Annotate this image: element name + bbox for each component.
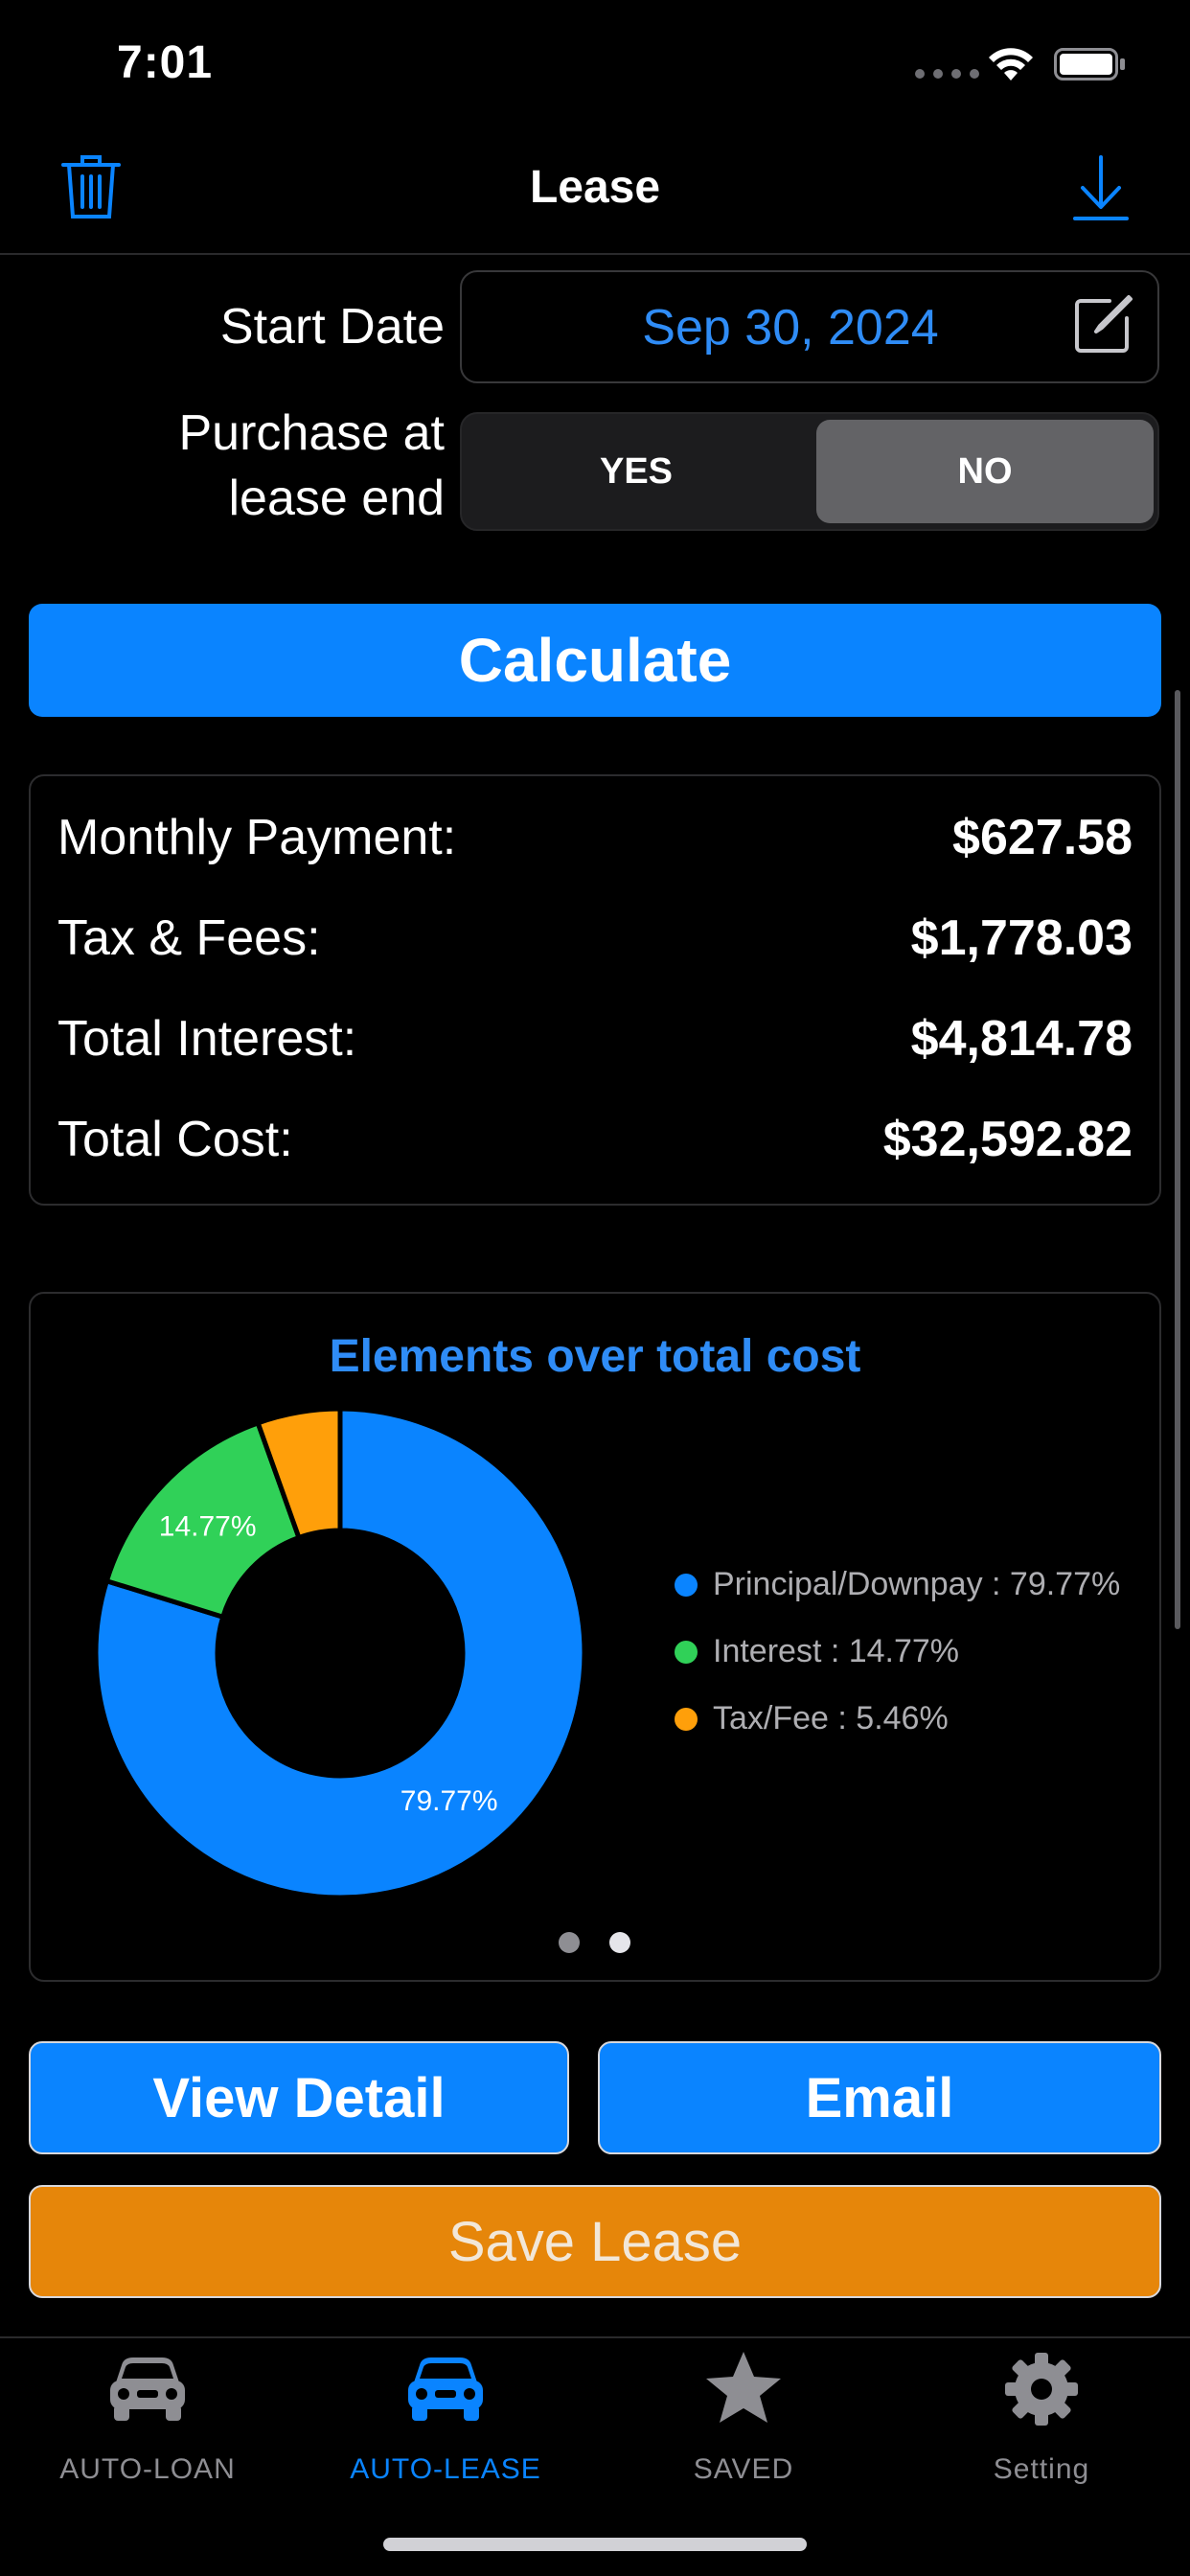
legend-label: Principal/Downpay : 79.77% — [713, 1566, 1121, 1602]
tab-saved[interactable]: SAVED — [600, 2348, 887, 2486]
legend-item-tax-fee: Tax/Fee : 5.46% — [675, 1700, 949, 1737]
start-date-value[interactable]: Sep 30, 2024 — [460, 294, 1159, 361]
legend-dot — [675, 1573, 698, 1597]
result-row-monthly-payment: Monthly Payment: $627.58 — [57, 809, 1133, 866]
result-value: $627.58 — [952, 810, 1133, 865]
tab-auto-lease[interactable]: AUTO-LEASE — [302, 2348, 589, 2486]
tab-bar-divider — [0, 2336, 1190, 2338]
page-indicator-dot-1[interactable] — [559, 1932, 580, 1953]
nav-divider — [0, 253, 1190, 255]
result-value: $4,814.78 — [910, 1011, 1133, 1067]
legend-label: Tax/Fee : 5.46% — [713, 1700, 949, 1736]
chart-title: Elements over total cost — [329, 1331, 861, 1382]
gear-icon — [1005, 2353, 1078, 2426]
tab-label: SAVED — [693, 2453, 794, 2485]
tab-label: AUTO-LOAN — [59, 2453, 236, 2485]
wifi-icon — [989, 48, 1033, 80]
result-row-tax-fees: Tax & Fees: $1,778.03 — [57, 909, 1133, 967]
start-date-label: Start Date — [219, 299, 445, 355]
purchase-no-option[interactable]: NO — [816, 420, 1154, 523]
page-indicator-dot-2[interactable] — [609, 1932, 630, 1953]
slice-label: 79.77% — [400, 1785, 498, 1817]
car-icon — [110, 2358, 185, 2421]
battery-icon — [1054, 48, 1125, 80]
view-detail-button[interactable]: View Detail — [29, 2041, 569, 2154]
page-title: Lease — [529, 162, 661, 213]
purchase-yes-option[interactable]: YES — [466, 418, 807, 525]
star-icon — [706, 2352, 781, 2423]
cellular-signal-icon — [915, 69, 979, 79]
home-indicator[interactable] — [383, 2538, 807, 2551]
result-value: $32,592.82 — [882, 1112, 1133, 1167]
result-label: Total Cost: — [57, 1112, 293, 1167]
result-row-total-cost: Total Cost: $32,592.82 — [57, 1111, 1133, 1168]
purchase-label-line1: Purchase at — [178, 405, 446, 461]
result-row-total-interest: Total Interest: $4,814.78 — [57, 1010, 1133, 1068]
result-label: Tax & Fees: — [57, 910, 321, 966]
result-value: $1,778.03 — [910, 910, 1133, 966]
legend-label: Interest : 14.77% — [713, 1633, 960, 1669]
tab-label: Setting — [993, 2453, 1090, 2485]
purchase-label: Purchase at lease end — [179, 401, 446, 531]
calculate-button[interactable]: Calculate — [29, 604, 1161, 717]
legend-dot — [675, 1640, 698, 1664]
result-label: Monthly Payment: — [57, 810, 457, 865]
legend-item-principal: Principal/Downpay : 79.77% — [675, 1566, 1120, 1603]
tab-setting[interactable]: Setting — [898, 2348, 1185, 2486]
legend-dot — [675, 1707, 698, 1731]
tab-label: AUTO-LEASE — [350, 2453, 541, 2485]
result-label: Total Interest: — [57, 1011, 357, 1067]
email-button[interactable]: Email — [598, 2041, 1161, 2154]
download-icon[interactable] — [1071, 153, 1131, 222]
slice-label: 14.77% — [159, 1511, 257, 1543]
purchase-label-line2: lease end — [228, 471, 445, 526]
tab-auto-loan[interactable]: AUTO-LOAN — [4, 2348, 291, 2486]
scrollbar[interactable] — [1175, 690, 1180, 1629]
save-lease-button[interactable]: Save Lease — [29, 2185, 1161, 2298]
donut-chart: 79.77% 14.77% — [93, 1406, 587, 1900]
car-icon — [408, 2358, 483, 2421]
legend-item-interest: Interest : 14.77% — [675, 1633, 959, 1670]
edit-icon[interactable] — [1071, 293, 1134, 356]
status-time: 7:01 — [117, 37, 214, 88]
